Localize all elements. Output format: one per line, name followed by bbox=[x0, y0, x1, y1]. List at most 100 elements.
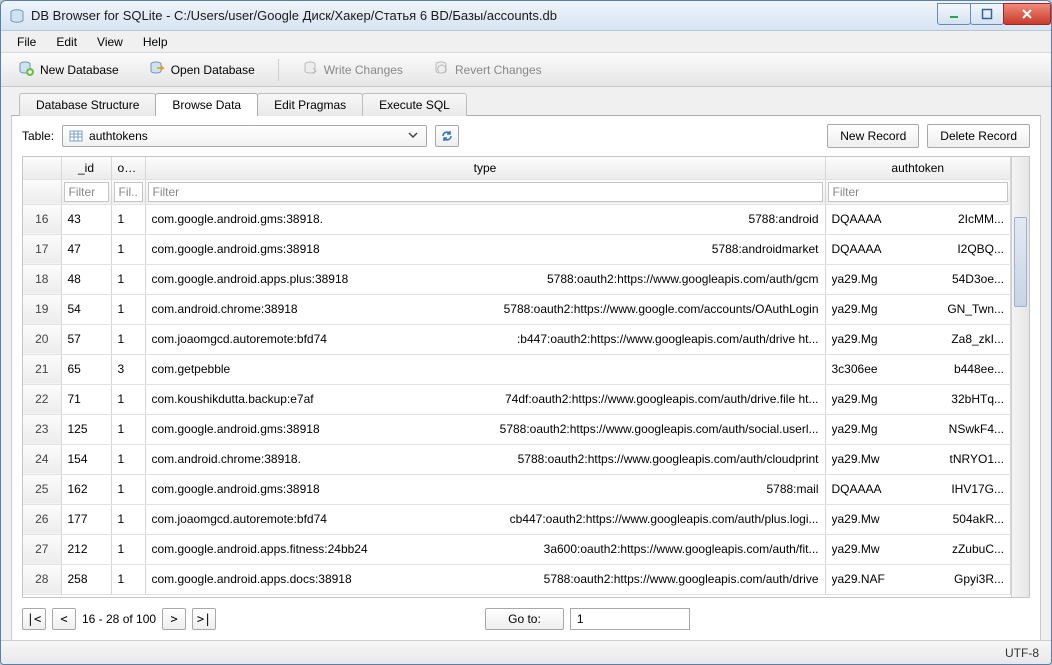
table-row[interactable]: 22711com.koushikdutta.backup:e7af74df:oa… bbox=[23, 384, 1011, 414]
row-number[interactable]: 27 bbox=[23, 534, 61, 564]
table-row[interactable]: 16431com.google.android.gms:38918.5788:a… bbox=[23, 204, 1011, 234]
delete-record-button[interactable]: Delete Record bbox=[927, 124, 1030, 148]
minimize-button[interactable] bbox=[937, 3, 971, 25]
cell-ount[interactable]: 1 bbox=[111, 234, 145, 264]
cell-authtoken[interactable]: ya29.MgGN_Twn... bbox=[825, 294, 1011, 324]
maximize-button[interactable] bbox=[970, 3, 1004, 25]
cell-type[interactable]: com.getpebble bbox=[145, 354, 825, 384]
pager-last-button[interactable]: >| bbox=[192, 608, 216, 630]
table-row[interactable]: 251621com.google.android.gms:389185788:m… bbox=[23, 474, 1011, 504]
row-number[interactable]: 26 bbox=[23, 504, 61, 534]
cell-id[interactable]: 125 bbox=[61, 414, 111, 444]
cell-id[interactable]: 65 bbox=[61, 354, 111, 384]
cell-ount[interactable]: 3 bbox=[111, 354, 145, 384]
cell-type[interactable]: com.google.android.apps.fitness:24bb243a… bbox=[145, 534, 825, 564]
row-number[interactable]: 25 bbox=[23, 474, 61, 504]
cell-ount[interactable]: 1 bbox=[111, 294, 145, 324]
goto-input[interactable] bbox=[570, 608, 690, 630]
cell-ount[interactable]: 1 bbox=[111, 504, 145, 534]
table-select[interactable]: authtokens bbox=[62, 125, 427, 147]
cell-id[interactable]: 154 bbox=[61, 444, 111, 474]
cell-id[interactable]: 48 bbox=[61, 264, 111, 294]
filter-ount[interactable] bbox=[114, 182, 143, 202]
cell-authtoken[interactable]: ya29.MgZa8_zkI... bbox=[825, 324, 1011, 354]
col-rownum[interactable] bbox=[23, 157, 61, 179]
filter-type[interactable] bbox=[148, 182, 823, 202]
close-button[interactable] bbox=[1003, 3, 1051, 25]
row-number[interactable]: 20 bbox=[23, 324, 61, 354]
cell-ount[interactable]: 1 bbox=[111, 414, 145, 444]
cell-id[interactable]: 57 bbox=[61, 324, 111, 354]
cell-type[interactable]: com.joaomgcd.autoremote:bfd74cb447:oauth… bbox=[145, 504, 825, 534]
cell-ount[interactable]: 1 bbox=[111, 264, 145, 294]
cell-authtoken[interactable]: ya29.Mg54D3oe... bbox=[825, 264, 1011, 294]
cell-id[interactable]: 162 bbox=[61, 474, 111, 504]
pager-prev-button[interactable]: < bbox=[52, 608, 76, 630]
cell-id[interactable]: 212 bbox=[61, 534, 111, 564]
row-number[interactable]: 24 bbox=[23, 444, 61, 474]
cell-id[interactable]: 43 bbox=[61, 204, 111, 234]
vertical-scrollbar[interactable] bbox=[1011, 157, 1029, 597]
cell-type[interactable]: com.joaomgcd.autoremote:bfd74:b447:oauth… bbox=[145, 324, 825, 354]
cell-type[interactable]: com.android.chrome:389185788:oauth2:http… bbox=[145, 294, 825, 324]
col-type[interactable]: type bbox=[145, 157, 825, 179]
cell-ount[interactable]: 1 bbox=[111, 444, 145, 474]
table-row[interactable]: 272121com.google.android.apps.fitness:24… bbox=[23, 534, 1011, 564]
cell-authtoken[interactable]: 3c306eeb448ee... bbox=[825, 354, 1011, 384]
menu-edit[interactable]: Edit bbox=[46, 33, 87, 51]
revert-changes-button[interactable]: Revert Changes bbox=[422, 55, 553, 84]
cell-id[interactable]: 71 bbox=[61, 384, 111, 414]
tab-edit-pragmas[interactable]: Edit Pragmas bbox=[257, 93, 363, 116]
cell-ount[interactable]: 1 bbox=[111, 384, 145, 414]
filter-authtoken[interactable] bbox=[828, 182, 1009, 202]
cell-type[interactable]: com.google.android.gms:389185788:oauth2:… bbox=[145, 414, 825, 444]
cell-authtoken[interactable]: ya29.MwtNRYO1... bbox=[825, 444, 1011, 474]
menu-file[interactable]: File bbox=[7, 33, 46, 51]
table-row[interactable]: 261771com.joaomgcd.autoremote:bfd74cb447… bbox=[23, 504, 1011, 534]
cell-authtoken[interactable]: ya29.Mw504akR... bbox=[825, 504, 1011, 534]
cell-id[interactable]: 177 bbox=[61, 504, 111, 534]
cell-authtoken[interactable]: ya29.MwzZubuC... bbox=[825, 534, 1011, 564]
cell-ount[interactable]: 1 bbox=[111, 564, 145, 594]
cell-ount[interactable]: 1 bbox=[111, 534, 145, 564]
col-authtoken[interactable]: authtoken bbox=[825, 157, 1011, 179]
new-record-button[interactable]: New Record bbox=[827, 124, 919, 148]
cell-authtoken[interactable]: ya29.Mg32bHTq... bbox=[825, 384, 1011, 414]
cell-type[interactable]: com.google.android.gms:38918.5788:androi… bbox=[145, 204, 825, 234]
table-row[interactable]: 282581com.google.android.apps.docs:38918… bbox=[23, 564, 1011, 594]
write-changes-button[interactable]: Write Changes bbox=[291, 55, 414, 84]
open-database-button[interactable]: Open Database bbox=[138, 55, 266, 84]
cell-type[interactable]: com.google.android.gms:389185788:mail bbox=[145, 474, 825, 504]
tab-database-structure[interactable]: Database Structure bbox=[19, 93, 156, 116]
cell-id[interactable]: 258 bbox=[61, 564, 111, 594]
row-number[interactable]: 28 bbox=[23, 564, 61, 594]
row-number[interactable]: 16 bbox=[23, 204, 61, 234]
pager-first-button[interactable]: |< bbox=[22, 608, 46, 630]
row-number[interactable]: 19 bbox=[23, 294, 61, 324]
cell-authtoken[interactable]: DQAAAAI2QBQ... bbox=[825, 234, 1011, 264]
table-row[interactable]: 231251com.google.android.gms:389185788:o… bbox=[23, 414, 1011, 444]
table-row[interactable]: 20571com.joaomgcd.autoremote:bfd74:b447:… bbox=[23, 324, 1011, 354]
col-id[interactable]: _id bbox=[61, 157, 111, 179]
table-row[interactable]: 18481com.google.android.apps.plus:389185… bbox=[23, 264, 1011, 294]
col-ount[interactable]: ount bbox=[111, 157, 145, 179]
cell-authtoken[interactable]: ya29.MgNSwkF4... bbox=[825, 414, 1011, 444]
scrollbar-thumb[interactable] bbox=[1014, 217, 1027, 307]
table-row[interactable]: 241541com.android.chrome:38918.5788:oaut… bbox=[23, 444, 1011, 474]
menu-help[interactable]: Help bbox=[133, 33, 178, 51]
cell-type[interactable]: com.google.android.apps.plus:389185788:o… bbox=[145, 264, 825, 294]
goto-button[interactable]: Go to: bbox=[485, 608, 564, 630]
tab-browse-data[interactable]: Browse Data bbox=[155, 93, 258, 116]
cell-id[interactable]: 47 bbox=[61, 234, 111, 264]
new-database-button[interactable]: New Database bbox=[7, 55, 130, 84]
cell-type[interactable]: com.google.android.gms:389185788:android… bbox=[145, 234, 825, 264]
row-number[interactable]: 22 bbox=[23, 384, 61, 414]
cell-type[interactable]: com.google.android.apps.docs:389185788:o… bbox=[145, 564, 825, 594]
cell-authtoken[interactable]: ya29.NAFGpyi3R... bbox=[825, 564, 1011, 594]
pager-next-button[interactable]: > bbox=[162, 608, 186, 630]
tab-execute-sql[interactable]: Execute SQL bbox=[362, 93, 467, 116]
row-number[interactable]: 21 bbox=[23, 354, 61, 384]
table-row[interactable]: 21653com.getpebble3c306eeb448ee... bbox=[23, 354, 1011, 384]
cell-id[interactable]: 54 bbox=[61, 294, 111, 324]
cell-authtoken[interactable]: DQAAAA2IcMM... bbox=[825, 204, 1011, 234]
